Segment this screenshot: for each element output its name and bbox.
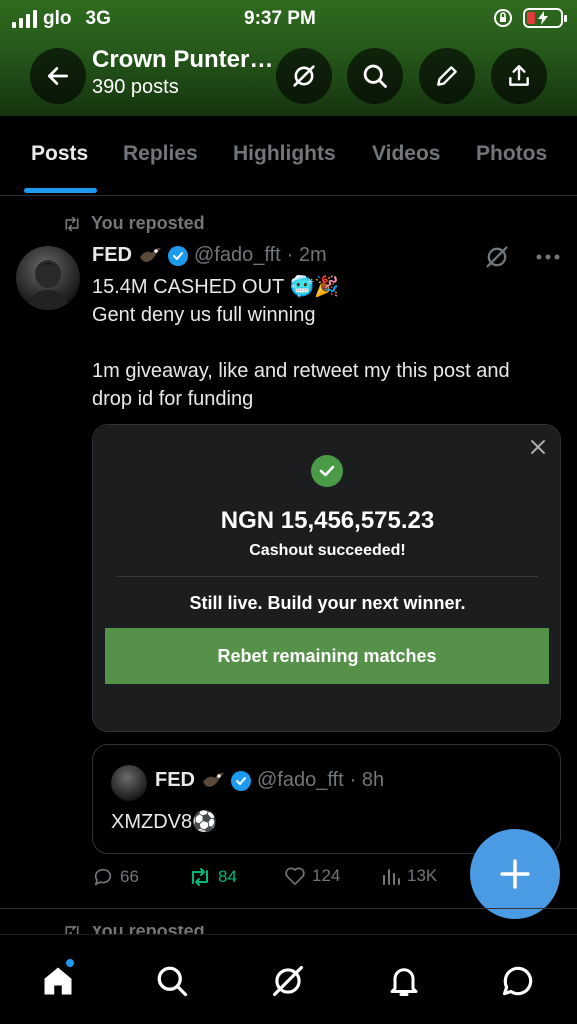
tab-replies[interactable]: Replies (123, 142, 198, 166)
author-name[interactable]: FED (92, 244, 132, 267)
like-count: 124 (312, 866, 341, 885)
search-icon (363, 64, 387, 88)
notification-dot (64, 957, 76, 969)
posts-count: 390 posts (92, 76, 179, 98)
quoted-avatar (111, 765, 147, 801)
header-title-block: Crown Punter… 390 posts (92, 46, 273, 99)
cashout-screenshot: NGN 15,456,575.23 Cashout succeeded! Sti… (93, 425, 560, 731)
eagle-emoji-icon (203, 772, 224, 787)
carrier-info: glo 3G (12, 8, 111, 30)
analytics-icon (383, 869, 400, 885)
search-icon (157, 966, 188, 997)
bottom-navigation (0, 934, 577, 1024)
nav-messages[interactable] (498, 961, 538, 1001)
status-icons (493, 8, 567, 28)
quoted-author-name: FED (155, 769, 195, 791)
page-title: Crown Punter… (92, 46, 274, 73)
post-top-actions (483, 243, 561, 271)
battery-icon (523, 8, 567, 28)
active-tab-indicator (24, 188, 97, 193)
reply-count: 66 (120, 867, 139, 886)
post-header: FED @fado_fft · 2m (92, 244, 327, 267)
quoted-text: XMZDV8⚽ (111, 811, 218, 833)
quoted-time: · 8h (349, 769, 385, 791)
post-time: · 2m (286, 244, 327, 266)
card-divider (117, 576, 538, 577)
status-time: 9:37 PM (244, 8, 316, 29)
share-icon (509, 65, 529, 86)
network-type: 3G (85, 8, 111, 29)
verified-badge-icon (168, 245, 188, 266)
post-text-line: Gent deny us full winning (92, 304, 316, 326)
grok-icon (293, 65, 315, 87)
profile-header: glo 3G 9:37 PM Crown Punter… 390 posts (0, 0, 577, 116)
post-text-line: 15.4M CASHED OUT 🥶🎉 (92, 276, 340, 298)
nav-home[interactable] (38, 957, 78, 1001)
repost-label: You reposted (91, 213, 205, 233)
profile-tabs: Posts Replies Highlights Videos Photos (0, 126, 577, 196)
edit-button[interactable] (419, 48, 475, 104)
nav-notifications[interactable] (384, 961, 424, 1001)
repost-indicator: You reposted (62, 213, 205, 234)
search-button[interactable] (347, 48, 403, 104)
reply-button[interactable]: 66 (92, 866, 139, 888)
repost-count: 84 (218, 867, 237, 886)
nav-search[interactable] (152, 961, 192, 1001)
repost-button[interactable]: 84 (188, 866, 237, 888)
grok-icon (272, 965, 304, 997)
like-button[interactable]: 124 (284, 866, 340, 886)
compose-post-button[interactable] (470, 829, 560, 919)
grok-icon[interactable] (483, 243, 511, 271)
tab-photos[interactable]: Photos (476, 142, 547, 166)
avatar[interactable] (16, 246, 80, 310)
repost-icon (65, 216, 79, 231)
post-text-line: drop id for funding (92, 388, 254, 410)
still-live-message: Still live. Build your next winner. (189, 593, 466, 613)
carrier-name: glo (43, 8, 72, 29)
repost-icon (192, 868, 208, 886)
post-media-card[interactable]: NGN 15,456,575.23 Cashout succeeded! Sti… (92, 424, 561, 732)
back-arrow-icon (47, 67, 69, 85)
quoted-header: FED @fado_fft · 8h (155, 769, 384, 792)
tab-highlights[interactable]: Highlights (233, 142, 336, 166)
bell-icon (390, 968, 418, 996)
more-options-icon[interactable] (535, 253, 561, 261)
share-button[interactable] (491, 48, 547, 104)
views-button[interactable]: 13K (381, 866, 437, 886)
view-count: 13K (407, 866, 438, 885)
post-text: 15.4M CASHED OUT 🥶🎉 Gent deny us full wi… (92, 273, 567, 413)
grok-button[interactable] (276, 48, 332, 104)
orientation-lock-icon (494, 9, 512, 27)
cashout-status: Cashout succeeded! (249, 542, 406, 559)
cashout-amount: NGN 15,456,575.23 (220, 507, 435, 534)
author-handle[interactable]: @fado_fft (194, 244, 281, 267)
rebet-button: Rebet remaining matches (105, 628, 549, 684)
post-text-line: 1m giveaway, like and retweet my this po… (92, 360, 510, 382)
plus-icon (500, 859, 530, 889)
quoted-handle: @fado_fft (257, 769, 344, 791)
signal-icon (12, 10, 37, 28)
post-separator (0, 908, 577, 909)
header-row: Crown Punter… 390 posts (0, 46, 577, 106)
tab-videos[interactable]: Videos (372, 142, 440, 166)
chat-icon (502, 966, 533, 996)
eagle-emoji-icon (140, 247, 161, 262)
close-icon (530, 439, 546, 460)
tab-posts[interactable]: Posts (31, 142, 88, 166)
post-text-line (92, 329, 567, 357)
verified-badge-icon (231, 770, 251, 791)
nav-grok[interactable] (268, 961, 308, 1001)
success-check-icon (311, 455, 343, 487)
pencil-icon (437, 66, 457, 86)
back-button[interactable] (30, 48, 86, 104)
heart-icon (285, 867, 305, 885)
status-bar: glo 3G 9:37 PM (0, 6, 577, 32)
reply-icon (94, 868, 112, 886)
